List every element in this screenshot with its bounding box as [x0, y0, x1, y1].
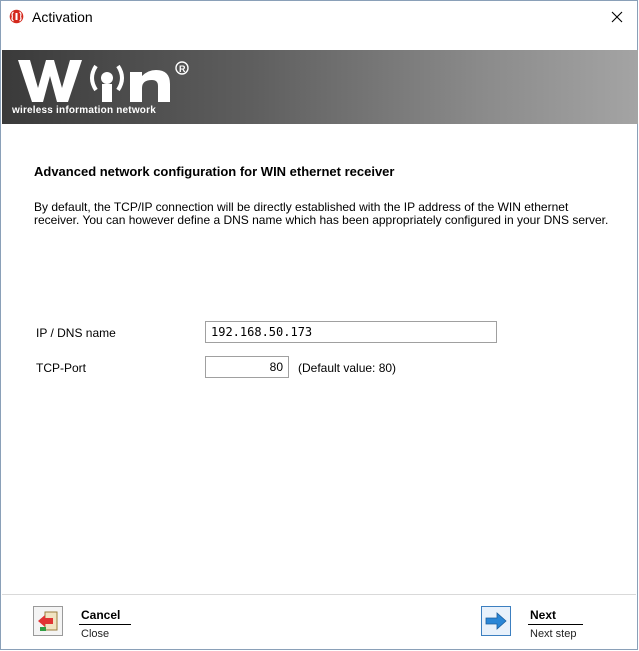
footer-divider: [2, 594, 636, 595]
cancel-underline: [79, 624, 131, 625]
tcp-port-hint: (Default value: 80): [298, 361, 397, 375]
tcp-port-label: TCP-Port: [36, 361, 87, 375]
close-icon: [611, 11, 623, 22]
next-arrow-icon: [485, 612, 507, 630]
next-button[interactable]: [481, 606, 511, 636]
activation-window: Activation R wireless information networ…: [0, 0, 638, 650]
next-underline: [528, 624, 583, 625]
ip-dns-label: IP / DNS name: [36, 326, 116, 340]
win-logo: R: [18, 60, 189, 102]
app-logo-icon: [9, 9, 24, 24]
win-banner: R wireless information network: [2, 50, 638, 124]
page-heading: Advanced network configuration for WIN e…: [34, 164, 395, 179]
next-label[interactable]: Next: [530, 608, 556, 622]
cancel-sublabel: Close: [81, 628, 110, 640]
cancel-arrow-icon: [38, 611, 58, 631]
description-text: By default, the TCP/IP connection will b…: [34, 200, 609, 227]
close-button[interactable]: [597, 1, 637, 32]
svg-text:R: R: [179, 64, 186, 74]
cancel-button[interactable]: [33, 606, 63, 636]
ip-dns-input[interactable]: 192.168.50.173: [205, 321, 497, 343]
cancel-label[interactable]: Cancel: [81, 608, 120, 622]
next-sublabel: Next step: [530, 628, 577, 640]
title-bar: Activation: [1, 1, 637, 32]
window-title: Activation: [32, 9, 93, 25]
tcp-port-input[interactable]: 80: [205, 356, 289, 378]
banner-subtitle: wireless information network: [12, 105, 156, 116]
